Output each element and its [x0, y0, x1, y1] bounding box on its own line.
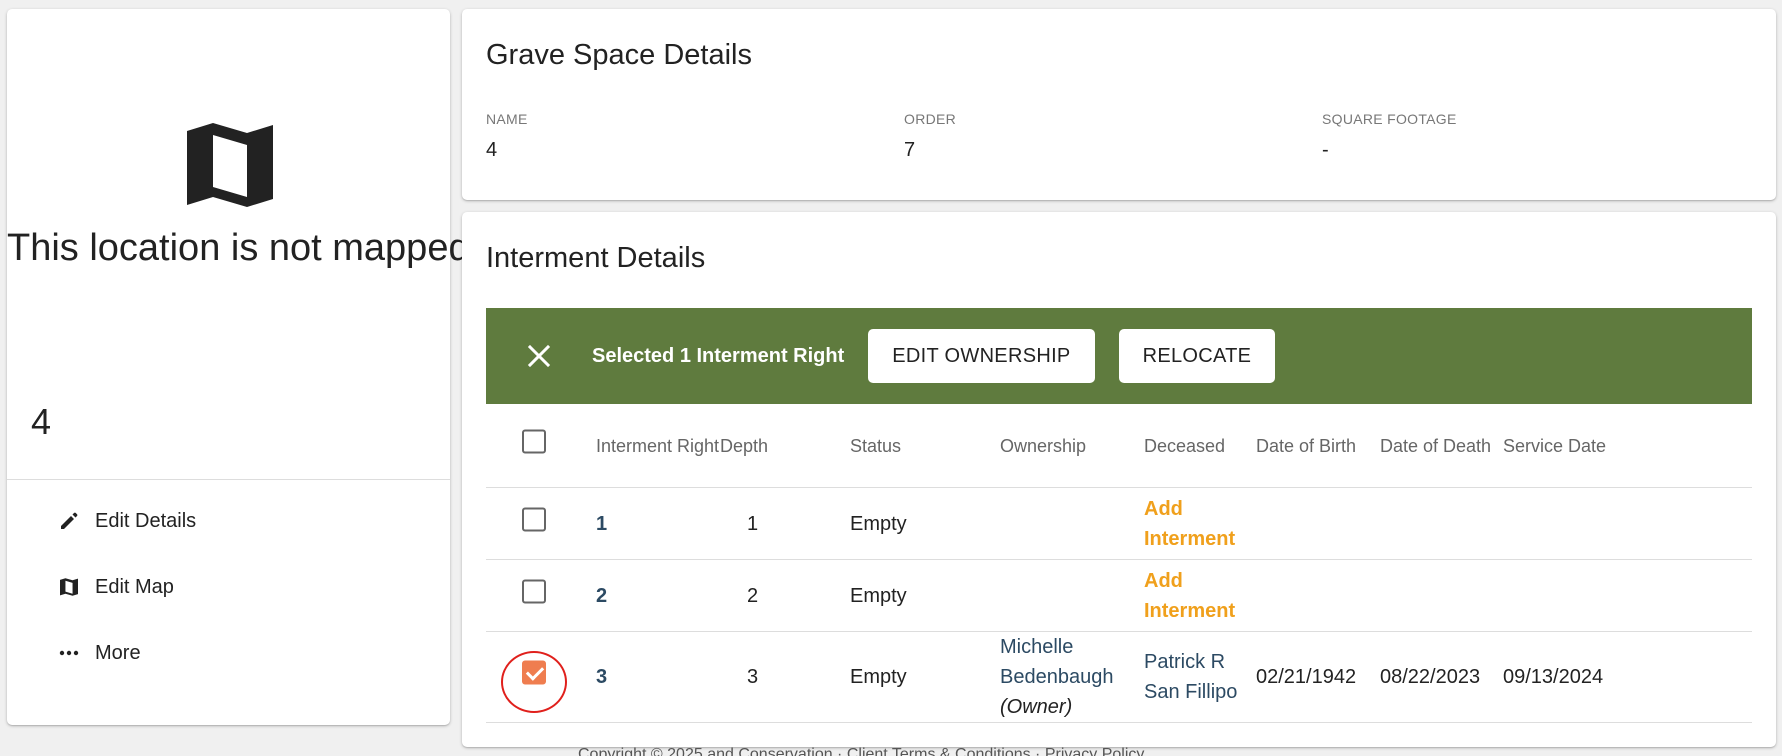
col-status[interactable]: Status [850, 431, 901, 461]
ownership-cell: Michelle Bedenbaugh (Owner) [1000, 632, 1113, 722]
edit-map-button[interactable]: Edit Map [57, 575, 174, 599]
relocate-button[interactable]: RELOCATE [1118, 329, 1276, 383]
interment-right-link[interactable]: 1 [596, 509, 607, 539]
selection-count-text: Selected 1 Interment Right [592, 344, 845, 367]
row-checkbox-selected[interactable] [522, 660, 546, 694]
date-of-death-value: 08/22/2023 [1380, 666, 1481, 688]
more-horiz-icon [57, 641, 81, 665]
status-value: Empty [850, 666, 907, 688]
col-deceased[interactable]: Deceased [1144, 431, 1225, 461]
owner-name-link[interactable]: Michelle Bedenbaugh [1000, 636, 1113, 688]
edit-map-label: Edit Map [95, 575, 174, 598]
order-label: ORDER [904, 111, 957, 127]
table-row: 3 3 Empty Michelle Bedenbaugh (Owner) Pat… [486, 632, 1752, 723]
deceased-name-1: Patrick R [1144, 651, 1226, 673]
more-label: More [95, 641, 141, 664]
depth-value: 3 [747, 666, 759, 688]
add-interment-text-1: Add [1144, 497, 1183, 520]
table-row: 1 1 Empty Add Interment [486, 488, 1752, 560]
interment-title: Interment Details [486, 242, 706, 274]
depth-value: 2 [747, 584, 759, 607]
service-date-value: 09/13/2024 [1503, 666, 1604, 688]
add-interment-link[interactable]: Add Interment [1144, 566, 1235, 626]
select-all-checkbox[interactable] [522, 429, 546, 462]
order-value: 7 [904, 139, 916, 161]
edit-details-button[interactable]: Edit Details [57, 509, 196, 533]
edit-ownership-button[interactable]: EDIT OWNERSHIP [868, 329, 1095, 383]
status-value: Empty [850, 512, 907, 535]
owner-role: (Owner) [1000, 696, 1073, 718]
deceased-name-link[interactable]: Patrick R San Fillipo [1144, 647, 1237, 707]
col-date-of-death[interactable]: Date of Death [1380, 431, 1491, 461]
square-footage-label: SQUARE FOOTAGE [1322, 111, 1457, 127]
square-footage-field: SQUARE FOOTAGE - [1322, 111, 1457, 162]
table-header-row: Interment Right Depth Status Ownership D… [486, 404, 1752, 488]
add-interment-text-1: Add [1144, 569, 1183, 592]
date-of-birth-value: 02/21/1942 [1256, 666, 1357, 688]
col-service-date[interactable]: Service Date [1503, 431, 1606, 461]
depth-value: 1 [747, 512, 759, 535]
location-card: This location is not mapped 4 Edit Detai… [7, 9, 470, 725]
footer-text: Copyright © 2025 and Conservation · Clie… [578, 746, 1145, 756]
row-checkbox[interactable] [522, 579, 546, 612]
edit-details-label: Edit Details [95, 509, 197, 532]
name-field: NAME 4 [486, 111, 528, 162]
col-depth[interactable]: Depth [720, 431, 768, 461]
map-icon [57, 575, 81, 599]
interment-details-card: Interment Details Selected 1 Interment R… [462, 212, 1776, 747]
col-ownership[interactable]: Ownership [1000, 431, 1086, 461]
name-value: 4 [486, 139, 498, 161]
interment-table: Interment Right Depth Status Ownership D… [486, 404, 1752, 723]
more-button[interactable]: More [57, 641, 141, 665]
col-date-of-birth[interactable]: Date of Birth [1256, 431, 1356, 461]
grave-space-title: Grave Space Details [486, 39, 752, 71]
close-icon [527, 344, 551, 368]
add-interment-text-2: Interment [1144, 599, 1236, 622]
name-label: NAME [486, 111, 528, 127]
interment-right-link[interactable]: 3 [596, 662, 607, 692]
not-mapped-message: This location is not mapped [7, 227, 470, 269]
grave-space-details-card: Grave Space Details NAME 4 ORDER 7 SQUAR… [462, 9, 1776, 200]
col-interment-right[interactable]: Interment Right [596, 431, 719, 461]
owner-first-name: Michelle [1000, 636, 1074, 658]
clear-selection-button[interactable] [514, 331, 564, 381]
add-interment-link[interactable]: Add Interment [1144, 494, 1235, 554]
pencil-icon [57, 509, 81, 533]
add-interment-text-2: Interment [1144, 527, 1236, 550]
status-value: Empty [850, 584, 907, 607]
divider [7, 479, 450, 480]
map-icon [187, 123, 273, 207]
table-row: 2 2 Empty Add Interment [486, 560, 1752, 632]
space-name: 4 [31, 401, 52, 442]
row-checkbox[interactable] [522, 507, 546, 540]
owner-last-name: Bedenbaugh [1000, 666, 1114, 688]
square-footage-value: - [1322, 139, 1329, 161]
order-field: ORDER 7 [904, 111, 956, 162]
deceased-name-2: San Fillipo [1144, 681, 1238, 703]
interment-right-link[interactable]: 2 [596, 581, 607, 611]
selection-toolbar: Selected 1 Interment Right EDIT OWNERSHI… [486, 308, 1752, 404]
